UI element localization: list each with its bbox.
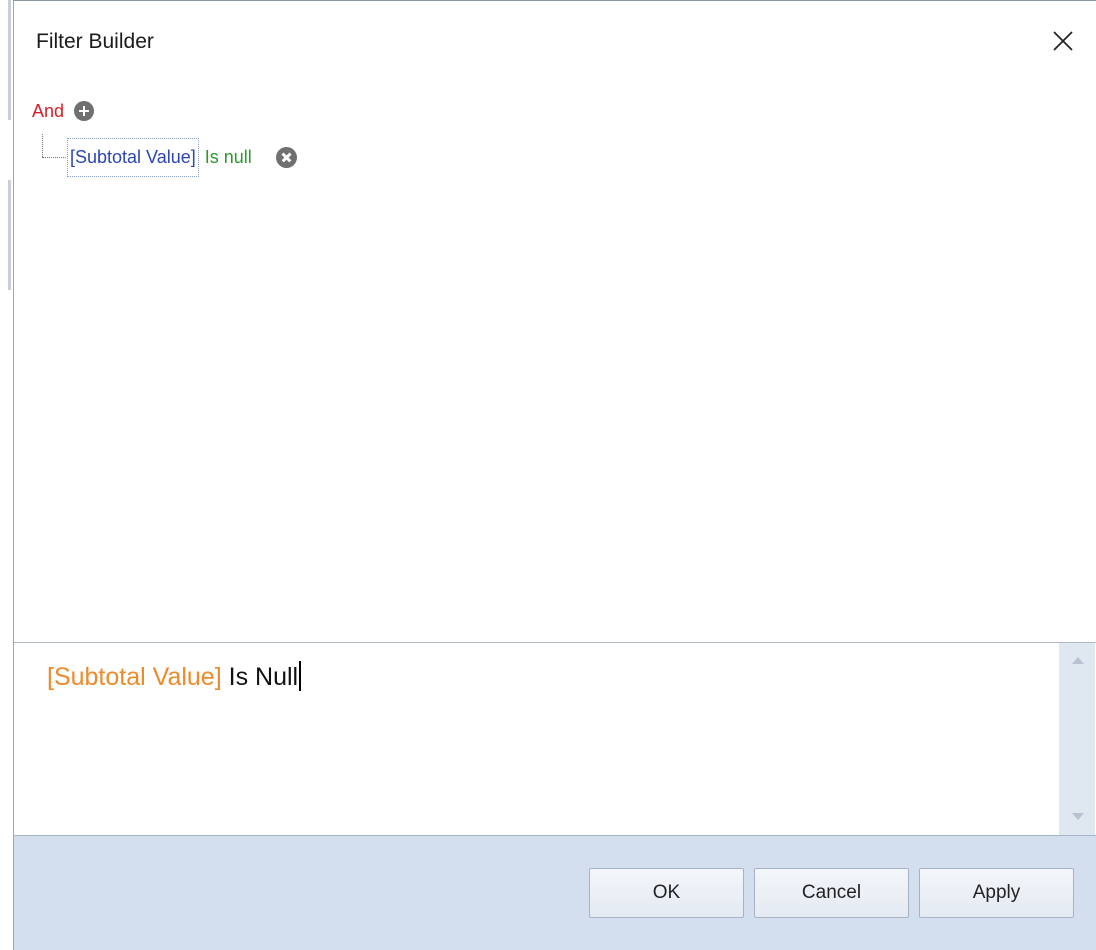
apply-button[interactable]: Apply xyxy=(919,868,1074,918)
screen: Filter Builder And [Subtotal Value] Is n… xyxy=(0,0,1096,950)
cancel-button[interactable]: Cancel xyxy=(754,868,909,918)
filter-tree: And [Subtotal Value] Is null xyxy=(14,90,1096,640)
scroll-up-button[interactable] xyxy=(1059,649,1095,673)
plus-circle-icon[interactable] xyxy=(74,101,95,121)
text-caret xyxy=(299,661,302,691)
tree-connector-line xyxy=(42,134,43,157)
editor-scrollbar[interactable] xyxy=(1059,643,1095,835)
background-window-edge xyxy=(0,0,12,950)
background-border-segment xyxy=(8,180,11,290)
tree-connector-line xyxy=(42,157,66,158)
ok-button[interactable]: OK xyxy=(589,868,744,918)
group-node: And xyxy=(32,98,95,124)
scroll-down-button[interactable] xyxy=(1059,805,1095,829)
filter-builder-dialog: Filter Builder And [Subtotal Value] Is n… xyxy=(13,0,1096,950)
dialog-footer: OK Cancel Apply xyxy=(14,835,1096,950)
close-icon[interactable] xyxy=(1046,26,1080,60)
arrow-down-icon xyxy=(1072,813,1084,820)
arrow-up-icon xyxy=(1072,657,1084,664)
group-operator[interactable]: And xyxy=(32,101,64,122)
condition-node: [Subtotal Value] Is null xyxy=(67,135,297,179)
remove-circle-icon[interactable] xyxy=(275,146,297,168)
expression-operator: Is Null xyxy=(228,663,299,691)
expression-text: [Subtotal Value] Is Null xyxy=(47,661,302,692)
condition-field[interactable]: [Subtotal Value] xyxy=(67,137,199,177)
background-border-segment xyxy=(8,0,11,120)
condition-operator[interactable]: Is null xyxy=(205,147,252,168)
dialog-title: Filter Builder xyxy=(36,30,154,53)
expression-field: [Subtotal Value] xyxy=(47,663,222,691)
filter-expression-editor[interactable]: [Subtotal Value] Is Null xyxy=(14,643,1059,835)
